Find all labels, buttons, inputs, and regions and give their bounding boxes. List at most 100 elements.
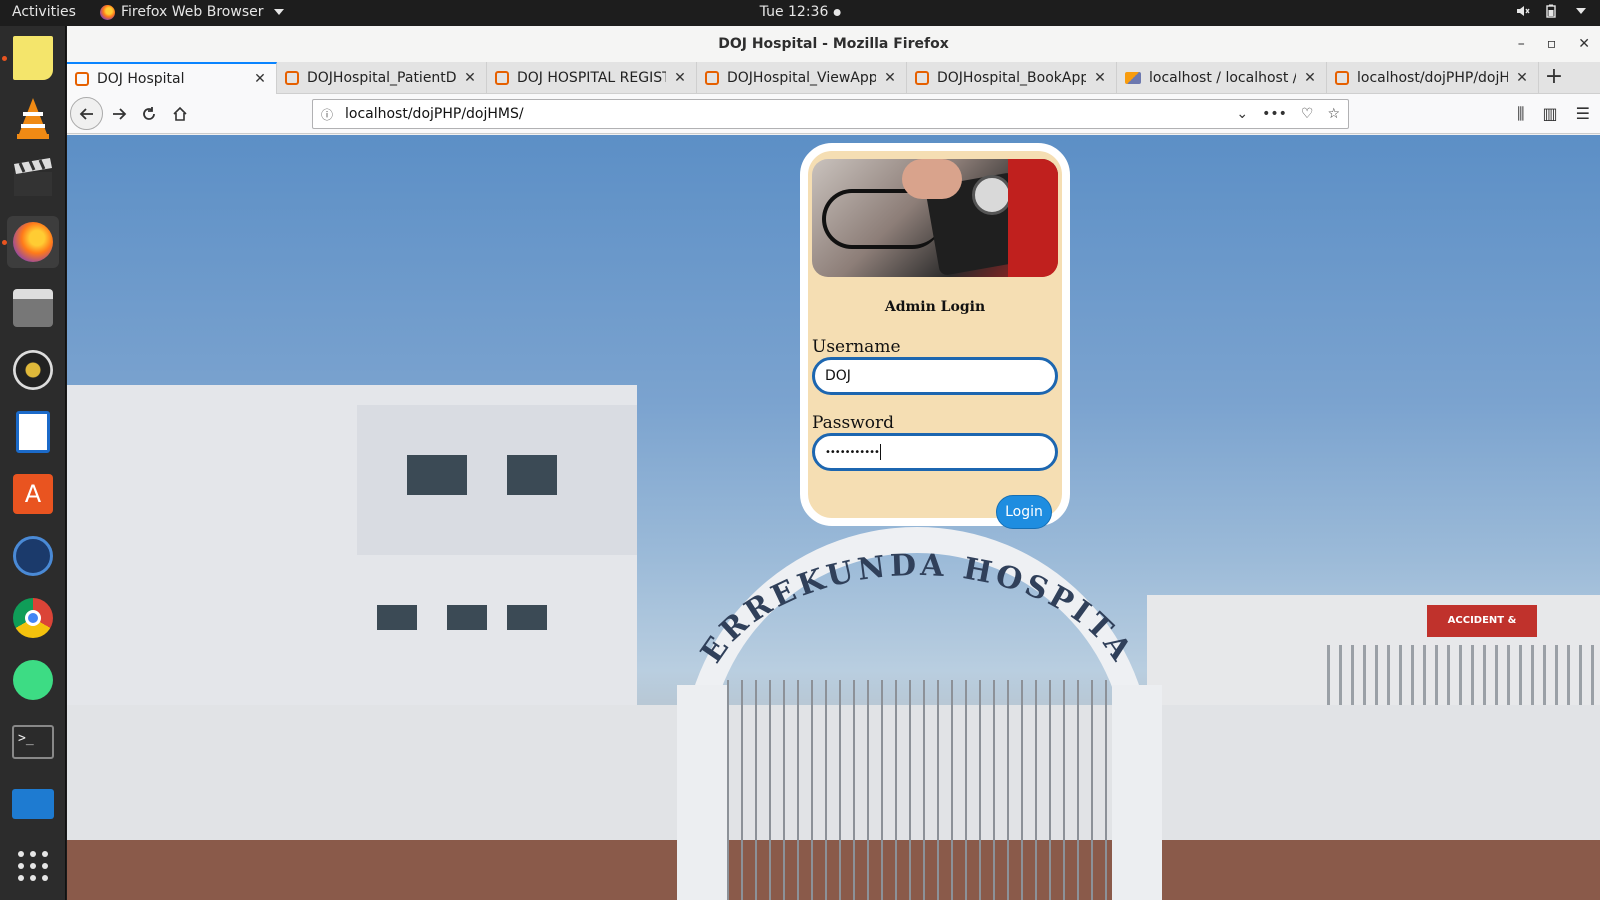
login-heading: Admin Login [884, 299, 986, 315]
page-actions-icon[interactable]: ••• [1262, 106, 1287, 122]
app-menu-label: Firefox Web Browser [121, 4, 264, 20]
username-input[interactable]: DOJ [812, 357, 1058, 395]
xampp-favicon-icon [495, 71, 509, 85]
running-indicator [2, 56, 7, 61]
software-center-icon[interactable]: A [7, 468, 59, 520]
window-title: DOJ Hospital - Mozilla Firefox [718, 36, 949, 52]
close-tab-icon[interactable]: ✕ [462, 70, 478, 86]
toolbar-right: ⫼ ▥ ☰ [1517, 104, 1590, 124]
arch-sign-text: SERREKUNDA HOSPITAL [682, 527, 1136, 670]
battery-icon [1546, 4, 1556, 18]
close-tab-icon[interactable]: ✕ [882, 70, 898, 86]
password-input[interactable]: ••••••••••• [812, 433, 1058, 471]
login-button[interactable]: Login [996, 495, 1052, 529]
admin-login-card: Admin Login Username DOJ Password ••••••… [800, 143, 1070, 529]
pocket-icon[interactable]: ♡ [1301, 106, 1314, 122]
rhythmbox-icon[interactable] [7, 344, 59, 396]
xampp-favicon-icon [1335, 71, 1349, 85]
close-tab-icon[interactable]: ✕ [672, 70, 688, 86]
hamburger-menu-icon[interactable]: ☰ [1576, 104, 1590, 124]
window-titlebar[interactable]: DOJ Hospital - Mozilla Firefox – ▫ ✕ [67, 26, 1600, 62]
volume-muted-icon [1517, 6, 1530, 16]
arch-pillar-right [1112, 685, 1162, 900]
files-icon[interactable] [7, 282, 59, 334]
chrome-icon[interactable] [7, 592, 59, 644]
firefox-icon[interactable] [7, 216, 59, 268]
tab-patient-details[interactable]: DOJHospital_PatientD ✕ [277, 62, 487, 94]
info-icon[interactable]: ⓘ [313, 106, 341, 123]
red-sleeve [1008, 159, 1058, 277]
tab-label: DOJHospital_ViewApp [727, 70, 876, 86]
tab-view-appointments[interactable]: DOJHospital_ViewApp ✕ [697, 62, 907, 94]
chevron-down-icon [273, 9, 284, 15]
system-top-bar: Activities Firefox Web Browser Tue 12:36 [0, 0, 1600, 26]
tab-label: DOJHospital_PatientD [307, 70, 456, 86]
notes-icon[interactable] [7, 32, 59, 84]
xampp-favicon-icon [75, 72, 89, 86]
chevron-down-icon[interactable]: ⌄ [1236, 106, 1248, 122]
home-icon [173, 106, 187, 121]
system-tray[interactable] [1516, 4, 1586, 18]
home-button[interactable] [166, 100, 194, 128]
close-icon[interactable]: ✕ [1578, 26, 1590, 62]
window [377, 605, 417, 630]
tab-hospital-register[interactable]: DOJ HOSPITAL REGISTE ✕ [487, 62, 697, 94]
chevron-down-icon [1576, 8, 1586, 14]
dock: A >_ [0, 26, 66, 900]
tab-label: localhost/dojPHP/dojH [1357, 70, 1508, 86]
tab-book-appointment[interactable]: DOJHospital_BookApp ✕ [907, 62, 1117, 94]
tab-bar: DOJ Hospital ✕ DOJHospital_PatientD ✕ DO… [67, 62, 1600, 94]
monitor-icon[interactable] [7, 778, 59, 830]
phpmyadmin-favicon-icon [1125, 72, 1141, 84]
activities-button[interactable]: Activities [12, 4, 76, 20]
tab-localhost-doj[interactable]: localhost/dojPHP/dojH ✕ [1327, 62, 1539, 94]
close-tab-icon[interactable]: ✕ [1302, 70, 1318, 86]
reload-icon [143, 107, 155, 120]
xampp-favicon-icon [915, 71, 929, 85]
close-tab-icon[interactable]: ✕ [1092, 70, 1108, 86]
app-menu[interactable]: Firefox Web Browser [100, 4, 284, 20]
window-controls: – ▫ ✕ [1518, 26, 1590, 62]
main-gate [727, 680, 1112, 900]
blood-pressure-photo [812, 159, 1058, 277]
firefox-icon [100, 4, 115, 20]
writer-icon[interactable] [7, 406, 59, 458]
address-bar[interactable]: ⓘ localhost/dojPHP/dojHMS/ ⌄ ••• ♡ ☆ [312, 99, 1349, 129]
arch-sign-label: SERREKUNDA HOSPITAL [682, 527, 1136, 670]
library-icon[interactable]: ⫼ [1517, 104, 1524, 124]
window [507, 455, 557, 495]
xampp-favicon-icon [285, 71, 299, 85]
forward-button[interactable] [105, 100, 133, 128]
close-tab-icon[interactable]: ✕ [252, 71, 268, 87]
close-tab-icon[interactable]: ✕ [1514, 70, 1530, 86]
sidebar-icon[interactable]: ▥ [1543, 104, 1558, 124]
arrow-right-icon [113, 108, 127, 120]
android-studio-icon[interactable] [7, 654, 59, 706]
hand [902, 159, 962, 199]
video-icon[interactable] [7, 530, 59, 582]
app-grid-icon[interactable] [7, 840, 59, 892]
tab-phpmyadmin[interactable]: localhost / localhost / h ✕ [1117, 62, 1327, 94]
window [407, 455, 467, 495]
navigation-toolbar: ⓘ localhost/dojPHP/dojHMS/ ⌄ ••• ♡ ☆ ⫼ ▥… [67, 94, 1600, 134]
bookmark-star-icon[interactable]: ☆ [1327, 106, 1340, 122]
new-tab-button[interactable]: + [1539, 62, 1569, 94]
notification-dot-icon [833, 8, 841, 16]
clock[interactable]: Tue 12:36 [760, 4, 841, 20]
terminal-icon[interactable]: >_ [7, 716, 59, 768]
window [447, 605, 487, 630]
reload-button[interactable] [135, 100, 163, 128]
tab-doj-hospital[interactable]: DOJ Hospital ✕ [67, 62, 277, 94]
xampp-favicon-icon [705, 71, 719, 85]
clapper-icon[interactable] [7, 152, 59, 204]
minimize-icon[interactable]: – [1518, 26, 1525, 62]
tab-label: DOJHospital_BookApp [937, 70, 1086, 86]
tab-label: DOJ HOSPITAL REGISTE [517, 70, 666, 86]
vlc-icon[interactable] [7, 92, 59, 144]
arrow-left-icon [79, 107, 93, 120]
url-text[interactable]: localhost/dojPHP/dojHMS/ [341, 106, 1236, 122]
password-value: ••••••••••• [825, 446, 880, 458]
maximize-icon[interactable]: ▫ [1547, 26, 1557, 62]
emergency-unit-sign: ACCIDENT & EMERGENCY UNIT [1427, 605, 1537, 658]
back-button[interactable] [70, 97, 103, 130]
